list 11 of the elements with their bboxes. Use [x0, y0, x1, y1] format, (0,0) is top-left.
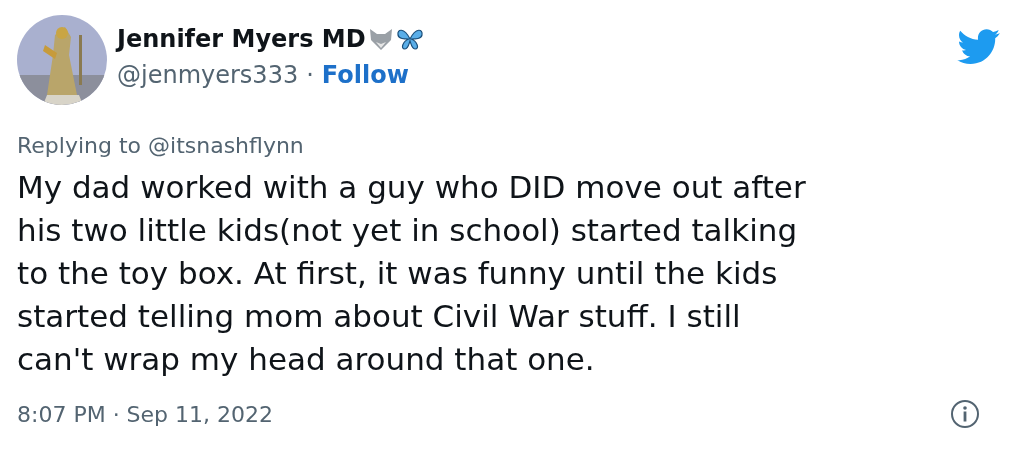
author-handle: @jenmyers333	[117, 61, 299, 89]
reply-context: Replying to @itsnashflynn	[17, 133, 305, 158]
separator-dot: ·	[306, 61, 314, 89]
butterfly-icon	[395, 27, 424, 51]
follow-link[interactable]: Follow	[321, 61, 409, 89]
wolf-icon	[367, 27, 394, 51]
bird-icon	[957, 29, 1001, 65]
tweet-text: My dad worked with a guy who DID move out after his two little kids(not yet in school) started talking to the toy box. At first, it was funny until the kids started telling mom about Civil War stuff. I still can't wrap my head around that one.	[17, 168, 807, 379]
timestamp: 8:07 PM · Sep 11, 2022	[17, 401, 274, 427]
author-name: Jennifer Myers MD	[117, 25, 366, 53]
info-icon[interactable]	[950, 399, 980, 429]
